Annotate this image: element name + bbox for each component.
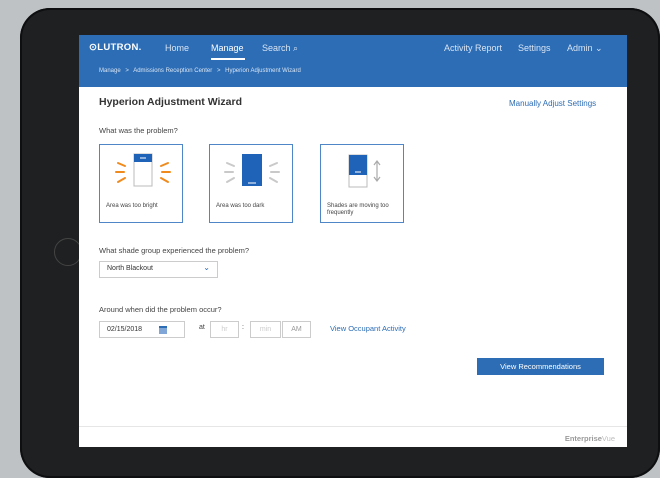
breadcrumb: Manage > Admissions Reception Center > H… bbox=[99, 68, 304, 74]
app-screen: ⊙LUTRON. Home Manage Search ⌕ Activity R… bbox=[79, 35, 627, 447]
nav-settings[interactable]: Settings bbox=[518, 43, 551, 53]
top-navbar: ⊙LUTRON. Home Manage Search ⌕ Activity R… bbox=[79, 35, 627, 87]
problem-label-bright: Area was too bright bbox=[106, 203, 158, 209]
problem-label-dark: Area was too dark bbox=[216, 203, 265, 209]
view-recommendations-button[interactable]: View Recommendations bbox=[477, 358, 604, 375]
problem-card-moving[interactable]: Shades are moving too frequently bbox=[320, 144, 404, 223]
nav-activity-report[interactable]: Activity Report bbox=[444, 43, 502, 53]
nav-admin[interactable]: Admin ⌄ bbox=[567, 43, 603, 54]
shade-group-value: North Blackout bbox=[107, 265, 153, 272]
question-shade-group: What shade group experienced the problem… bbox=[99, 246, 250, 255]
footer: EnterpriseVue bbox=[79, 426, 627, 447]
breadcrumb-sep: > bbox=[216, 68, 221, 74]
nav-search[interactable]: Search ⌕ bbox=[262, 43, 298, 54]
page-title: Hyperion Adjustment Wizard bbox=[99, 96, 243, 108]
dark-window-icon bbox=[224, 154, 280, 186]
question-problem: What was the problem? bbox=[99, 126, 178, 135]
nav-home[interactable]: Home bbox=[165, 43, 189, 53]
ampm-toggle[interactable]: AM bbox=[282, 321, 311, 338]
home-button bbox=[54, 238, 82, 266]
time-colon: : bbox=[242, 324, 244, 331]
brand-part-2: Vue bbox=[601, 434, 615, 443]
breadcrumb-sep: > bbox=[125, 68, 129, 74]
question-when: Around when did the problem occur? bbox=[99, 305, 222, 314]
brand-part-1: Enterprise bbox=[564, 434, 602, 443]
nav-active-indicator bbox=[211, 58, 245, 60]
chevron-down-icon: ⌄ bbox=[203, 263, 210, 272]
nav-manage[interactable]: Manage bbox=[211, 43, 244, 53]
date-input[interactable]: 02/15/2018 bbox=[99, 321, 185, 338]
manually-adjust-link[interactable]: Manually Adjust Settings bbox=[509, 99, 596, 108]
shade-group-select[interactable]: North Blackout ⌄ bbox=[99, 261, 218, 278]
date-value: 02/15/2018 bbox=[107, 326, 143, 333]
breadcrumb-reception[interactable]: Admissions Reception Center bbox=[133, 68, 212, 74]
enterprisevue-brand: EnterpriseVue bbox=[565, 434, 615, 443]
moving-shade-icon bbox=[348, 154, 381, 188]
calendar-icon[interactable] bbox=[159, 326, 167, 334]
view-occupant-activity-link[interactable]: View Occupant Activity bbox=[330, 324, 406, 333]
problem-card-dark[interactable]: Area was too dark bbox=[209, 144, 293, 223]
bright-window-icon bbox=[115, 153, 171, 187]
problem-card-bright[interactable]: Area was too bright bbox=[99, 144, 183, 223]
at-label: at bbox=[199, 324, 205, 331]
lutron-logo: ⊙LUTRON. bbox=[89, 42, 142, 53]
breadcrumb-manage[interactable]: Manage bbox=[99, 68, 121, 74]
breadcrumb-current: Hyperion Adjustment Wizard bbox=[225, 68, 301, 74]
hour-input[interactable]: hr bbox=[210, 321, 239, 338]
problem-label-moving: Shades are moving too frequently bbox=[327, 203, 389, 216]
minute-input[interactable]: min bbox=[250, 321, 281, 338]
